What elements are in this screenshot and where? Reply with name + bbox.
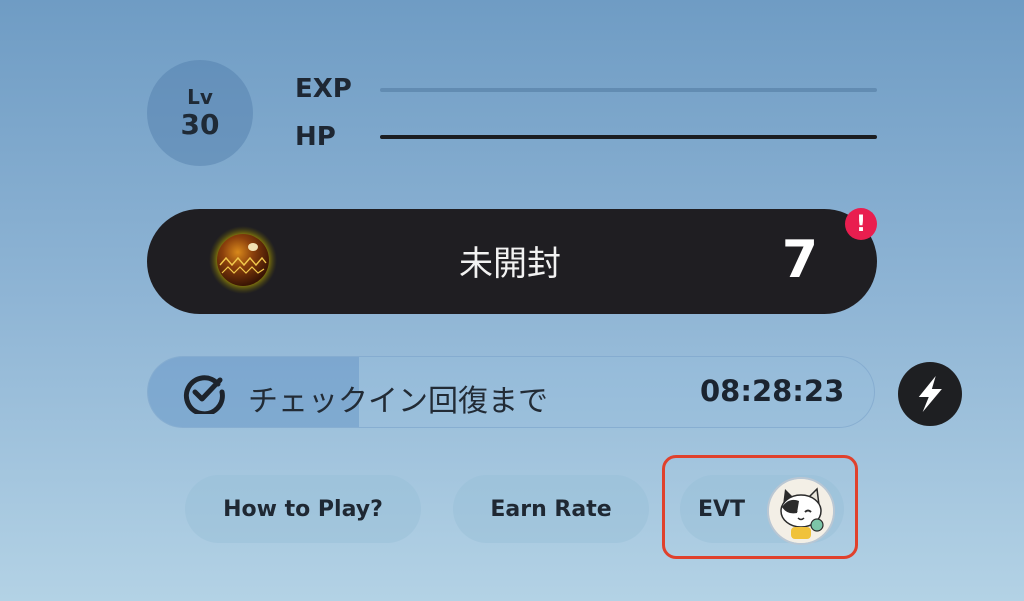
level-value: 30 [180,108,220,141]
pack-count: 7 [781,230,819,290]
exp-label: EXP [295,74,352,104]
lightning-bolt-icon [918,376,942,412]
cat-avatar-icon [767,477,835,545]
checkin-label: チェックイン回復まで [248,384,548,419]
hp-label: HP [295,122,336,152]
alert-badge: ! [845,208,877,240]
golden-orb-icon [208,225,278,295]
pack-title: 未開封 [459,244,561,284]
energy-boost-button[interactable] [898,362,962,426]
checkin-timer: 08:28:23 [700,374,845,408]
exp-bar [380,88,877,92]
earn-rate-button[interactable]: Earn Rate [453,475,649,543]
level-badge: Lv 30 [147,60,253,166]
level-label: Lv [187,85,213,109]
hp-bar [380,135,877,139]
how-to-play-button[interactable]: How to Play? [185,475,421,543]
evt-label: EVT [698,496,746,522]
check-circle-icon [182,370,226,417]
